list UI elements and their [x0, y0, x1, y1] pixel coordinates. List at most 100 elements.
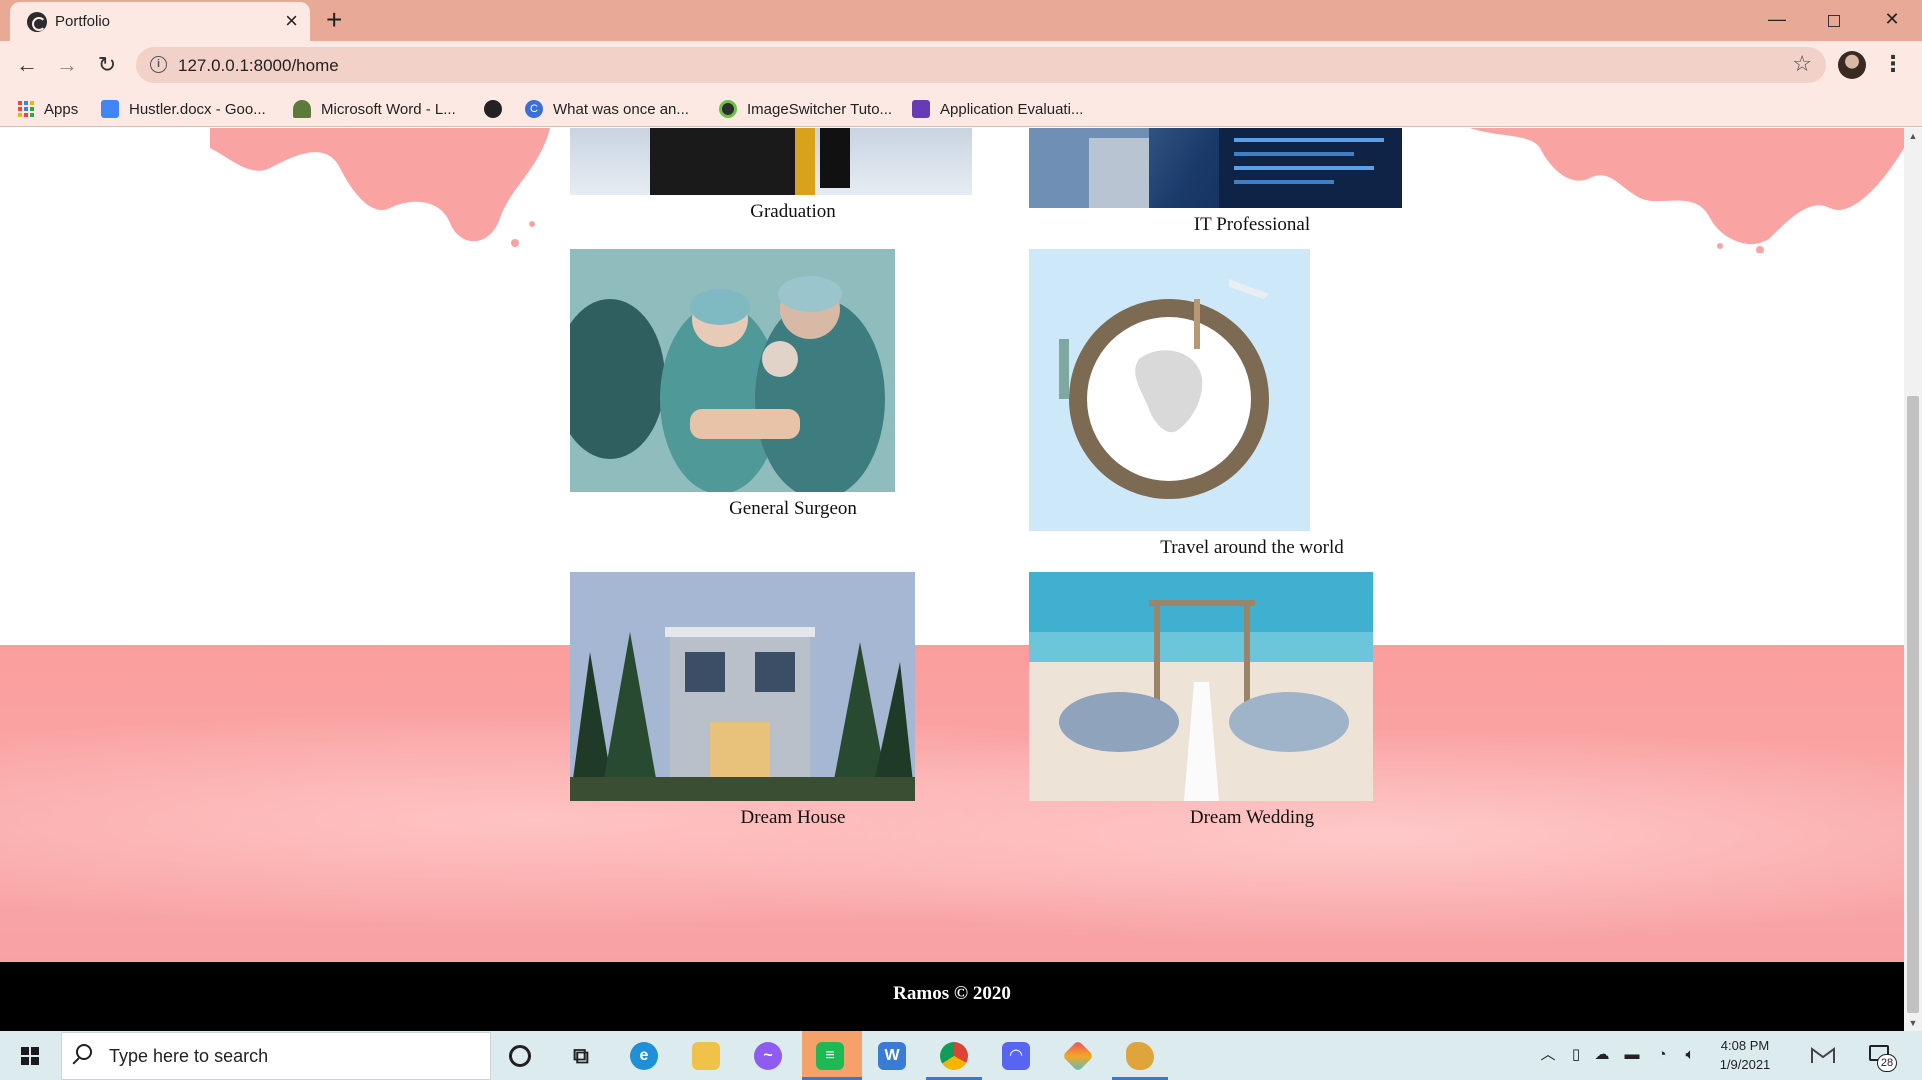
task-view-button[interactable]: ⧉ — [553, 1031, 609, 1080]
github-icon — [484, 100, 502, 118]
general-surgeon-image — [570, 249, 895, 492]
messenger-icon: ~ — [754, 1042, 782, 1070]
profile-avatar[interactable] — [1838, 51, 1866, 79]
discord-icon: ◠ — [1002, 1042, 1030, 1070]
file-explorer-icon — [692, 1042, 720, 1070]
browser-menu-button[interactable]: ⋮ — [1882, 49, 1904, 79]
site-info-icon[interactable]: i — [150, 56, 167, 73]
general-surgeon-photo[interactable] — [570, 249, 895, 492]
browser-toolbar: ← → ↻ i 127.0.0.1:8000/home ☆ ⋮ — [0, 41, 1922, 89]
tablet-icon[interactable]: ▯ — [1566, 1045, 1586, 1065]
bookmark-label: Microsoft Word - L... — [321, 100, 456, 118]
edge-icon: e — [630, 1042, 658, 1070]
page-scrollbar[interactable]: ▲ ▼ — [1904, 128, 1922, 1031]
search-icon — [76, 1044, 92, 1060]
spotify-icon: ≡ — [816, 1042, 844, 1070]
bookmark-application-evaluation[interactable]: Application Evaluati... — [912, 98, 1083, 120]
bookmark-label: Hustler.docx - Goo... — [129, 100, 266, 118]
taskbar-gitkraken[interactable] — [1050, 1031, 1106, 1080]
back-button[interactable]: ← — [11, 49, 43, 81]
globe-icon — [27, 12, 47, 32]
onedrive-cloud-icon[interactable]: ☁ — [1592, 1045, 1612, 1065]
tab-close-icon[interactable]: × — [285, 8, 298, 34]
taskbar-file-explorer[interactable] — [678, 1031, 734, 1080]
apps-grid-icon — [18, 101, 34, 117]
bookmark-apps[interactable]: Apps — [18, 98, 78, 120]
dream-wedding-image — [1029, 572, 1373, 801]
volume-icon[interactable]: 🔈︎ — [1680, 1045, 1700, 1065]
graduation-image — [650, 128, 850, 195]
scroll-up-arrow-icon[interactable]: ▲ — [1904, 128, 1922, 144]
bookmark-what-was-once[interactable]: C What was once an... — [525, 98, 689, 120]
taskbar-wps-writer[interactable]: W — [864, 1031, 920, 1080]
c-icon: C — [525, 100, 543, 118]
caption-travel-around-the-world: Travel around the world — [1160, 537, 1344, 558]
minimize-button[interactable]: — — [1755, 4, 1799, 34]
address-bar[interactable]: i 127.0.0.1:8000/home ☆ — [136, 47, 1826, 83]
notifications-button[interactable]: 28 — [1865, 1041, 1897, 1072]
tab-portfolio[interactable]: Portfolio × — [10, 2, 310, 41]
android-icon — [719, 100, 737, 118]
taskbar-messenger[interactable]: ~ — [740, 1031, 796, 1080]
it-professional-photo[interactable] — [1029, 128, 1402, 208]
mail-icon — [1811, 1047, 1835, 1063]
footer-copyright: Ramos © 2020 — [893, 983, 1011, 1004]
taskbar-spotify[interactable]: ≡ — [802, 1031, 862, 1080]
task-view-icon: ⧉ — [573, 1043, 589, 1068]
notification-count: 28 — [1877, 1054, 1897, 1072]
bookmark-label: Apps — [44, 100, 79, 118]
cortana-button[interactable] — [492, 1031, 548, 1080]
taskbar-chrome[interactable] — [926, 1031, 982, 1080]
caption-general-surgeon: General Surgeon — [729, 498, 857, 519]
reload-button[interactable]: ↻ — [91, 49, 123, 81]
caption-graduation: Graduation — [750, 201, 836, 222]
pink-drip-decoration-right — [1470, 128, 1904, 253]
forward-button[interactable]: → — [51, 49, 83, 81]
tree-icon — [293, 100, 311, 118]
bookmark-github[interactable] — [484, 98, 502, 120]
google-docs-icon — [101, 100, 119, 118]
cortana-icon — [509, 1045, 531, 1067]
show-hidden-icons-chevron-icon[interactable]: ︿ — [1538, 1045, 1558, 1065]
windows-taskbar: Type here to search ⧉ e ~ ≡ W ◠ ︿ ▯ ☁ ▬ … — [0, 1031, 1922, 1080]
taskbar-discord[interactable]: ◠ — [988, 1031, 1044, 1080]
graduation-photo[interactable] — [570, 128, 972, 195]
taskbar-paint[interactable] — [1112, 1031, 1168, 1080]
taskbar-clock[interactable]: 4:08 PM 1/9/2021 — [1700, 1036, 1790, 1074]
caption-dream-house: Dream House — [740, 807, 846, 828]
bookmark-star-icon[interactable]: ☆ — [1792, 51, 1812, 77]
it-professional-image — [1029, 128, 1402, 208]
wifi-icon[interactable]: ◔ — [1652, 1045, 1672, 1065]
gitkraken-icon — [1062, 1040, 1094, 1072]
travel-photo[interactable] — [1029, 249, 1310, 531]
pink-drip-decoration-left — [210, 128, 550, 247]
dream-wedding-photo[interactable] — [1029, 572, 1373, 801]
start-button[interactable] — [0, 1031, 60, 1080]
close-window-button[interactable]: ✕ — [1870, 4, 1914, 34]
taskbar-edge[interactable]: e — [616, 1031, 672, 1080]
caption-dream-wedding: Dream Wedding — [1189, 807, 1315, 828]
bookmark-hustler[interactable]: Hustler.docx - Goo... — [101, 98, 266, 120]
battery-icon[interactable]: ▬ — [1622, 1045, 1642, 1065]
page-viewport[interactable]: Graduation IT Professional General Surge… — [0, 128, 1904, 1031]
gmail-tray-icon[interactable] — [1810, 1043, 1836, 1067]
scroll-down-arrow-icon[interactable]: ▼ — [1904, 1015, 1922, 1031]
windows-logo-icon — [21, 1047, 39, 1065]
restore-button[interactable] — [1812, 4, 1856, 34]
forms-icon — [912, 100, 930, 118]
pink-background-band — [0, 645, 1904, 962]
url-text[interactable]: 127.0.0.1:8000/home — [178, 56, 339, 76]
bookmark-label: Application Evaluati... — [940, 100, 1084, 118]
new-tab-button[interactable]: + — [326, 6, 342, 34]
bookmarks-bar: Apps Hustler.docx - Goo... Microsoft Wor… — [0, 89, 1922, 127]
bookmark-label: ImageSwitcher Tuto... — [747, 100, 893, 118]
dream-house-photo[interactable] — [570, 572, 915, 801]
bookmark-microsoft-word[interactable]: Microsoft Word - L... — [293, 98, 456, 120]
chrome-icon — [940, 1042, 968, 1070]
scrollbar-thumb[interactable] — [1907, 396, 1919, 1013]
bookmark-imageswitcher[interactable]: ImageSwitcher Tuto... — [719, 98, 892, 120]
taskbar-search-box[interactable]: Type here to search — [61, 1032, 491, 1080]
clock-date: 1/9/2021 — [1719, 1057, 1771, 1072]
caption-it-professional: IT Professional — [1193, 214, 1311, 235]
dream-house-image — [570, 572, 915, 801]
